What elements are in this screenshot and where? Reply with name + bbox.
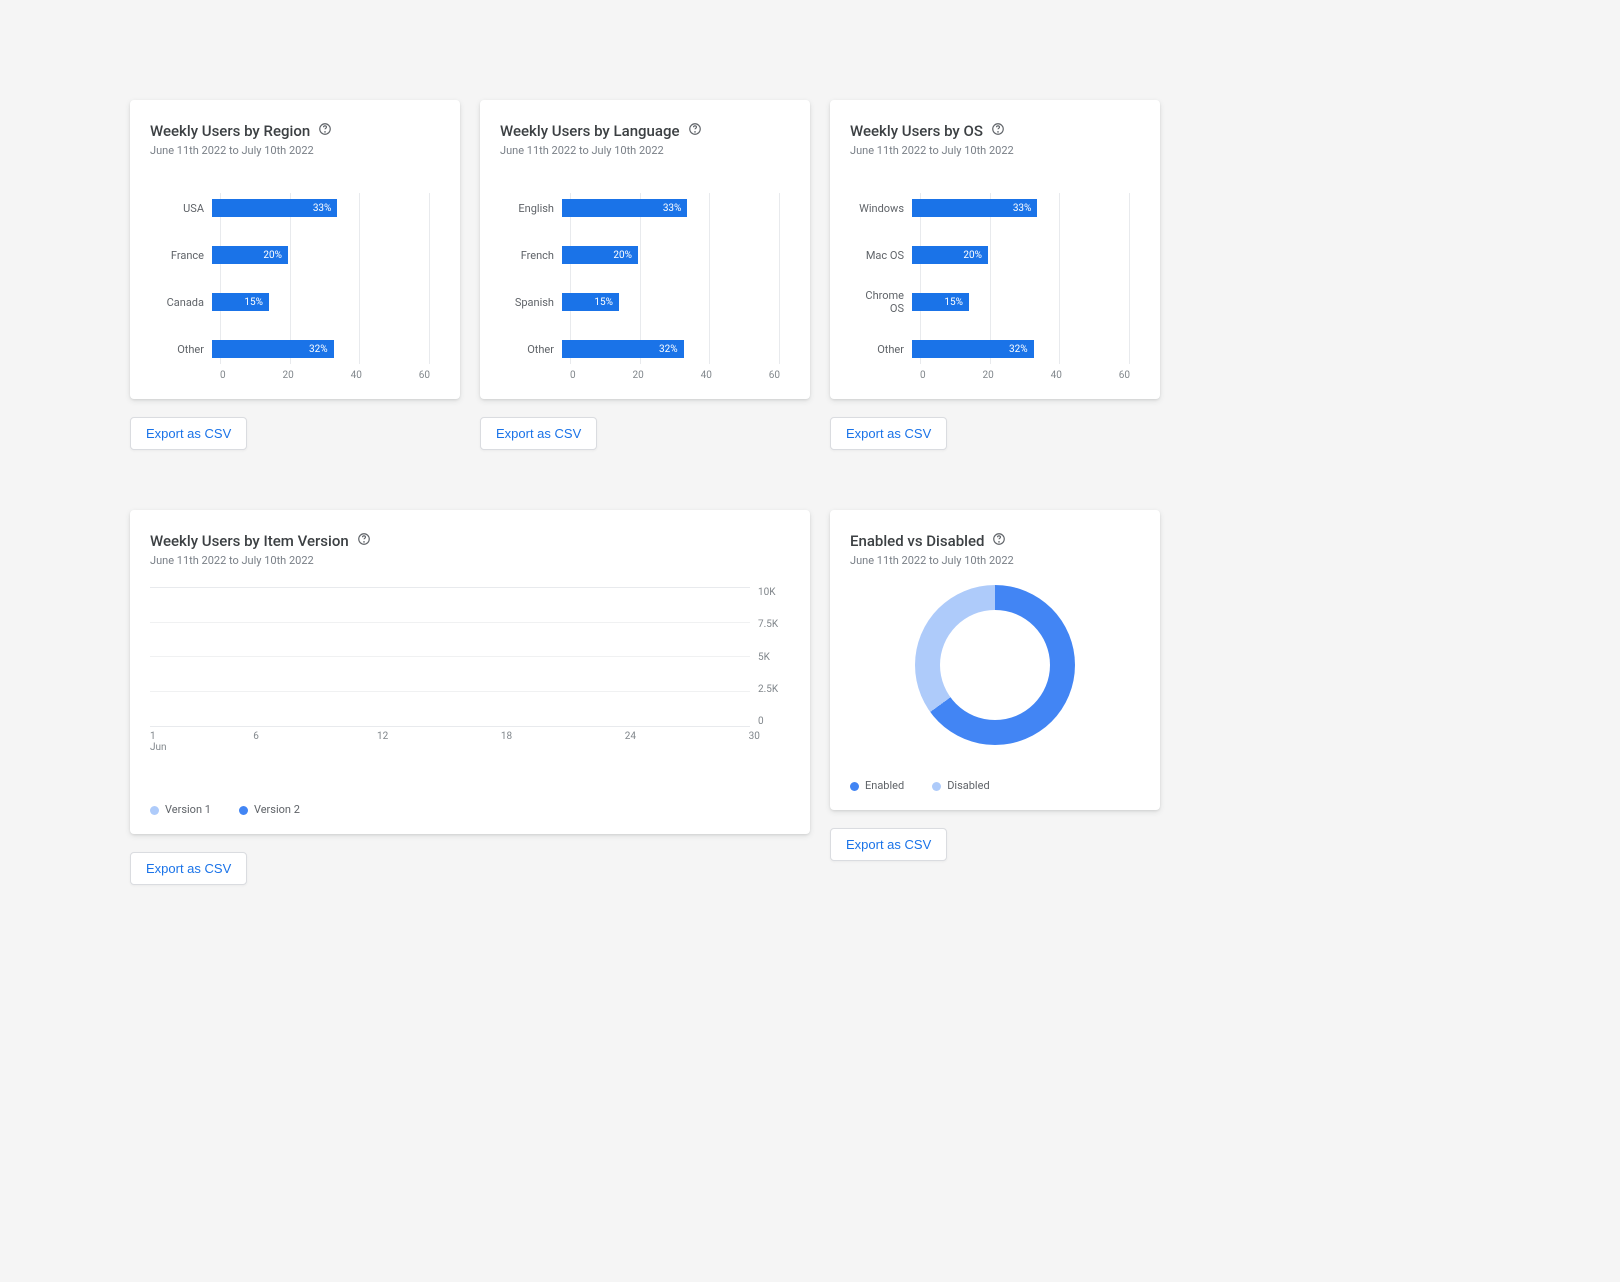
version-block: Weekly Users by Item Version June 11th 2… <box>130 510 810 885</box>
help-icon[interactable] <box>688 122 702 140</box>
enabled-legend: Enabled Disabled <box>850 779 1140 792</box>
hbar-label: Mac OS <box>850 249 912 262</box>
date-range: June 11th 2022 to July 10th 2022 <box>500 144 790 157</box>
language-block: Weekly Users by Language June 11th 2022 … <box>480 100 810 450</box>
hbar-label: Spanish <box>500 296 562 309</box>
hbar-xaxis: 0204060 <box>920 370 1130 381</box>
hbar-fill: 15% <box>212 293 269 311</box>
os-card: Weekly Users by OS June 11th 2022 to Jul… <box>830 100 1160 399</box>
hbar-xaxis: 0204060 <box>220 370 430 381</box>
help-icon[interactable] <box>991 122 1005 140</box>
export-os-button[interactable]: Export as CSV <box>830 417 947 450</box>
date-range: June 11th 2022 to July 10th 2022 <box>150 144 440 157</box>
hbar-label: English <box>500 202 562 215</box>
version-yaxis: 10K7.5K5K2.5K0 <box>750 587 790 727</box>
version-chart <box>150 587 750 727</box>
region-chart: USA 33% France 20% Canada 15% Other 32% … <box>150 193 440 381</box>
version-xaxis: 1 Jun612182430 <box>150 731 790 753</box>
region-card: Weekly Users by Region June 11th 2022 to… <box>130 100 460 399</box>
enabled-card: Enabled vs Disabled June 11th 2022 to Ju… <box>830 510 1160 810</box>
hbar-row: Chrome OS 15% <box>850 293 1140 311</box>
hbar-label: Other <box>150 343 212 356</box>
hbar-row: Spanish 15% <box>500 293 790 311</box>
legend-item-disabled: Disabled <box>932 779 989 792</box>
hbar-row: English 33% <box>500 199 790 217</box>
hbar-row: Mac OS 20% <box>850 246 1140 264</box>
export-version-button[interactable]: Export as CSV <box>130 852 247 885</box>
hbar-fill: 20% <box>562 246 638 264</box>
hbar-fill: 32% <box>912 340 1034 358</box>
hbar-fill: 15% <box>912 293 969 311</box>
help-icon[interactable] <box>992 532 1006 550</box>
legend-item-enabled: Enabled <box>850 779 904 792</box>
card-title-text: Weekly Users by Language <box>500 122 680 140</box>
card-title-text: Enabled vs Disabled <box>850 532 984 550</box>
region-block: Weekly Users by Region June 11th 2022 to… <box>130 100 460 450</box>
hbar-xaxis: 0204060 <box>570 370 780 381</box>
os-chart: Windows 33% Mac OS 20% Chrome OS 15% Oth… <box>850 193 1140 381</box>
hbar-fill: 20% <box>212 246 288 264</box>
card-title-text: Weekly Users by Region <box>150 122 310 140</box>
help-icon[interactable] <box>357 532 371 550</box>
hbar-label: Other <box>500 343 562 356</box>
hbar-fill: 32% <box>562 340 684 358</box>
hbar-fill: 15% <box>562 293 619 311</box>
version-card: Weekly Users by Item Version June 11th 2… <box>130 510 810 834</box>
date-range: June 11th 2022 to July 10th 2022 <box>150 554 790 567</box>
help-icon[interactable] <box>318 122 332 140</box>
hbar-fill: 32% <box>212 340 334 358</box>
enabled-donut-chart <box>915 585 1075 745</box>
hbar-row: Windows 33% <box>850 199 1140 217</box>
language-chart: English 33% French 20% Spanish 15% Other… <box>500 193 790 381</box>
version-legend: Version 1 Version 2 <box>150 803 790 816</box>
hbar-label: Windows <box>850 202 912 215</box>
hbar-row: Other 32% <box>500 340 790 358</box>
hbar-row: USA 33% <box>150 199 440 217</box>
hbar-fill: 33% <box>212 199 337 217</box>
hbar-row: French 20% <box>500 246 790 264</box>
region-title: Weekly Users by Region <box>150 122 440 140</box>
enabled-block: Enabled vs Disabled June 11th 2022 to Ju… <box>830 510 1160 885</box>
export-language-button[interactable]: Export as CSV <box>480 417 597 450</box>
export-enabled-button[interactable]: Export as CSV <box>830 828 947 861</box>
hbar-label: Chrome OS <box>850 289 912 315</box>
os-block: Weekly Users by OS June 11th 2022 to Jul… <box>830 100 1160 450</box>
hbar-fill: 20% <box>912 246 988 264</box>
hbar-row: Other 32% <box>850 340 1140 358</box>
date-range: June 11th 2022 to July 10th 2022 <box>850 144 1140 157</box>
hbar-fill: 33% <box>562 199 687 217</box>
legend-item-version2: Version 2 <box>239 803 300 816</box>
hbar-label: USA <box>150 202 212 215</box>
card-title-text: Weekly Users by OS <box>850 122 983 140</box>
legend-item-version1: Version 1 <box>150 803 211 816</box>
hbar-row: Canada 15% <box>150 293 440 311</box>
export-region-button[interactable]: Export as CSV <box>130 417 247 450</box>
card-title-text: Weekly Users by Item Version <box>150 532 349 550</box>
date-range: June 11th 2022 to July 10th 2022 <box>850 554 1140 567</box>
language-card: Weekly Users by Language June 11th 2022 … <box>480 100 810 399</box>
hbar-row: Other 32% <box>150 340 440 358</box>
hbar-row: France 20% <box>150 246 440 264</box>
hbar-fill: 33% <box>912 199 1037 217</box>
hbar-label: Canada <box>150 296 212 309</box>
hbar-label: France <box>150 249 212 262</box>
hbar-label: French <box>500 249 562 262</box>
hbar-label: Other <box>850 343 912 356</box>
